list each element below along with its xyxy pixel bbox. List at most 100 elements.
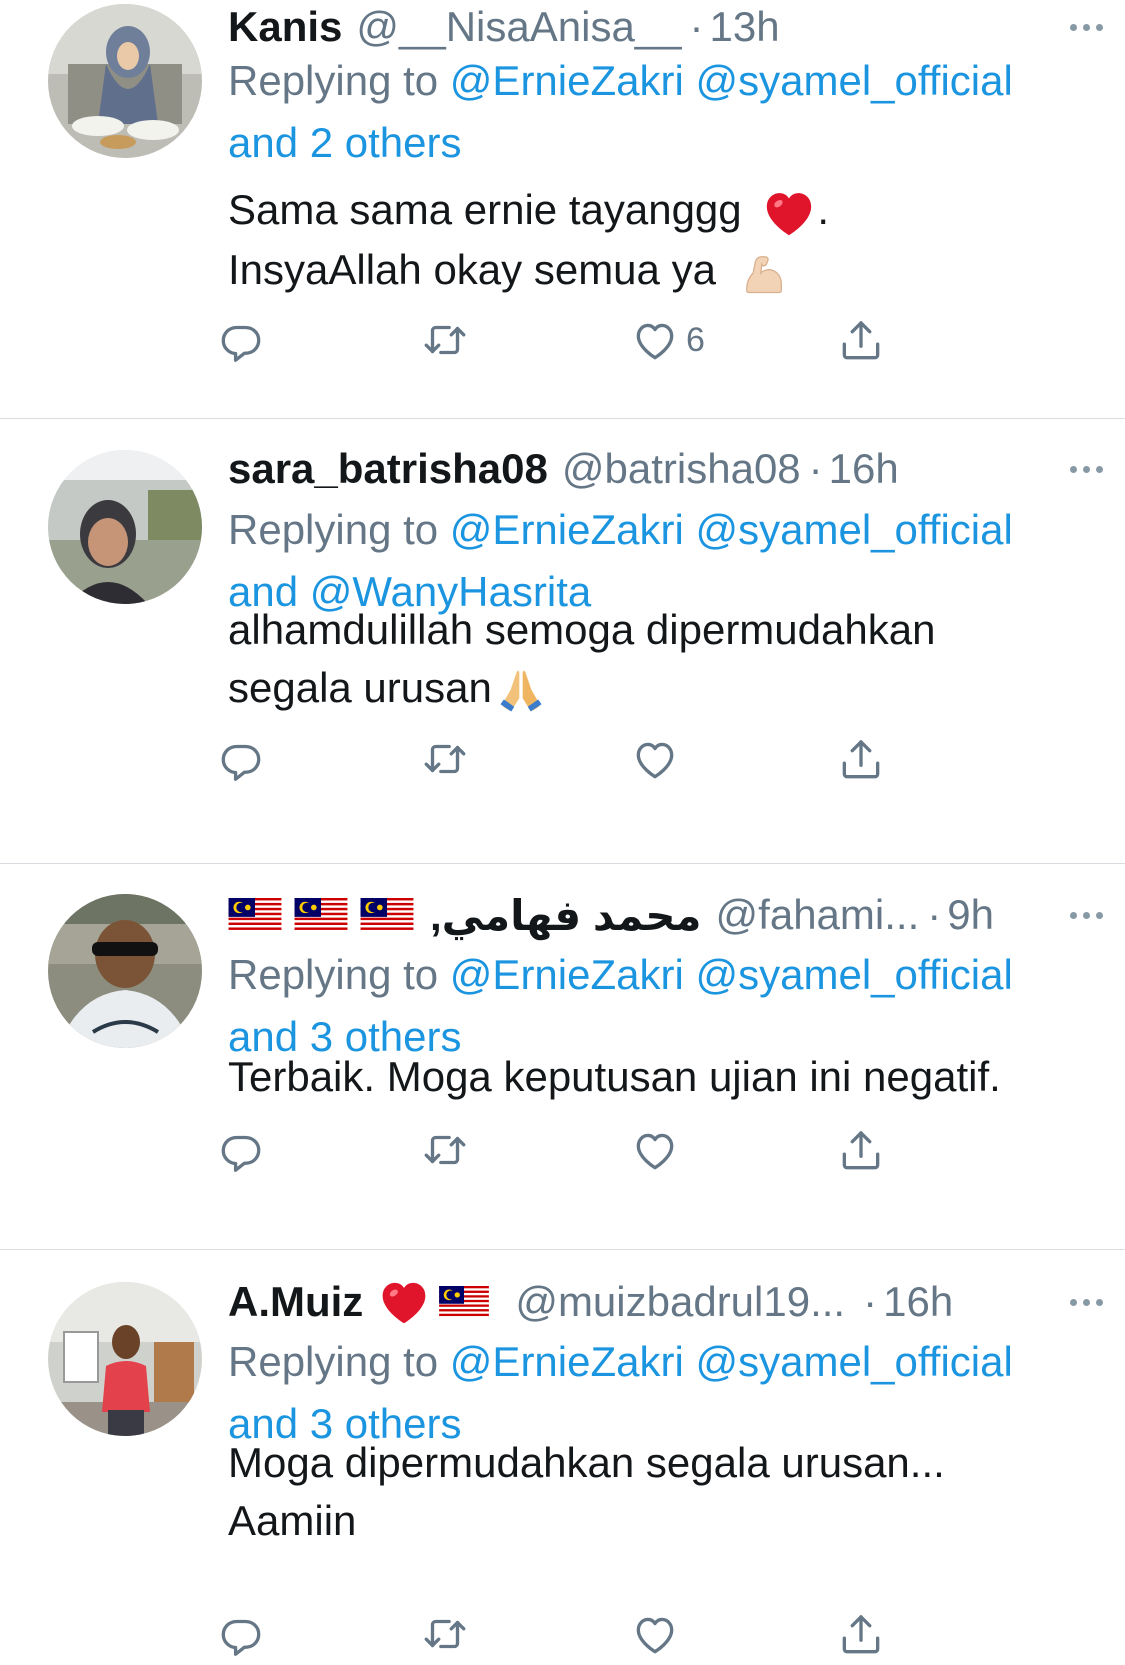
like-button[interactable] xyxy=(630,1606,686,1662)
timestamp[interactable]: 9h xyxy=(947,891,994,939)
reply-icon xyxy=(216,1125,266,1175)
reply-icon xyxy=(216,734,266,784)
user-handle[interactable]: @fahami... xyxy=(716,891,920,939)
like-button[interactable] xyxy=(630,731,686,787)
user-handle[interactable]: @batrisha08 xyxy=(562,445,801,493)
separator: · xyxy=(808,445,823,492)
retweet-icon xyxy=(420,734,470,784)
reply-button[interactable] xyxy=(216,731,266,787)
reply-button[interactable] xyxy=(216,312,266,368)
tweet-text-line: Sama sama ernie tayanggg xyxy=(228,186,742,233)
like-icon xyxy=(630,734,680,784)
replying-to-label: Replying to xyxy=(228,57,439,104)
mention-link[interactable]: @syamel_official xyxy=(695,1338,1012,1385)
share-button[interactable] xyxy=(836,1122,886,1178)
more-icon[interactable] xyxy=(1070,0,1103,54)
retweet-button[interactable] xyxy=(420,1606,470,1662)
retweet-button[interactable] xyxy=(420,1122,470,1178)
malaysia-flag-icon xyxy=(294,898,348,932)
red-heart-emoji xyxy=(761,185,817,241)
avatar[interactable] xyxy=(48,4,202,158)
separator: · xyxy=(927,891,942,938)
user-handle[interactable]: @__NisaAnisa__ xyxy=(356,3,681,51)
share-button[interactable] xyxy=(836,731,886,787)
tweet-text-line: Aamiin xyxy=(228,1497,357,1544)
share-button[interactable] xyxy=(836,1606,886,1662)
tweet-1[interactable]: Kanis @__NisaAnisa__ · 13h Replying to @… xyxy=(0,0,1125,419)
tweet-actions xyxy=(228,1122,948,1178)
mention-link[interactable]: @syamel_official xyxy=(695,57,1012,104)
retweet-icon xyxy=(420,1125,470,1175)
like-icon xyxy=(630,1609,680,1659)
others-link[interactable]: and 2 others xyxy=(228,119,462,166)
reply-icon xyxy=(216,315,266,365)
share-icon xyxy=(836,315,886,365)
mention-link[interactable]: @ErnieZakri xyxy=(450,57,684,104)
display-name[interactable]: محمد فهامي, xyxy=(430,891,702,940)
malaysia-flag-icon xyxy=(360,898,414,932)
avatar[interactable] xyxy=(48,1282,202,1436)
tweet-text-line: alhamdulillah semoga dipermudahkan xyxy=(228,606,936,653)
replying-to-label: Replying to xyxy=(228,506,439,553)
tweet-3[interactable]: محمد فهامي, @fahami... · 9h Replying to … xyxy=(0,864,1125,1250)
share-icon xyxy=(836,734,886,784)
share-icon xyxy=(836,1125,886,1175)
retweet-icon xyxy=(420,315,470,365)
tweet-actions xyxy=(228,731,948,787)
tweet-actions: 6 xyxy=(228,312,948,368)
avatar[interactable] xyxy=(48,450,202,604)
more-icon[interactable] xyxy=(1070,888,1103,942)
like-count: 6 xyxy=(686,320,705,359)
display-name[interactable]: sara_batrisha08 xyxy=(228,445,548,493)
like-button[interactable] xyxy=(630,1122,686,1178)
red-heart-emoji xyxy=(377,1275,431,1329)
reply-button[interactable] xyxy=(216,1606,266,1662)
mention-link[interactable]: @ErnieZakri xyxy=(450,506,684,553)
replying-to: Replying to @ErnieZakri @syamel_official… xyxy=(228,50,1088,174)
tweet-header: A.Muiz @muizbadrul19... · 16h xyxy=(228,1275,1095,1329)
separator: · xyxy=(863,1278,878,1325)
tweet-text-line: InsyaAllah okay semua ya xyxy=(228,245,716,293)
replying-to-label: Replying to xyxy=(228,1338,439,1385)
retweet-button[interactable] xyxy=(420,731,470,787)
tweet-text: alhamdulillah semoga dipermudahkan segal… xyxy=(228,601,1098,720)
share-button[interactable] xyxy=(836,312,886,368)
timestamp[interactable]: 16h xyxy=(883,1278,953,1326)
mention-link[interactable]: @ErnieZakri xyxy=(450,1338,684,1385)
like-icon xyxy=(630,315,680,365)
tweet-actions xyxy=(228,1606,948,1662)
timestamp[interactable]: 16h xyxy=(829,445,899,493)
timestamp[interactable]: 13h xyxy=(710,3,780,51)
like-button[interactable]: 6 xyxy=(630,312,705,368)
retweet-button[interactable] xyxy=(420,312,470,368)
share-icon xyxy=(836,1609,886,1659)
tweet-text-line: Moga dipermudahkan segala urusan... xyxy=(228,1439,945,1486)
more-icon[interactable] xyxy=(1070,442,1103,496)
like-icon xyxy=(630,1125,680,1175)
separator: · xyxy=(689,3,704,50)
mention-link[interactable]: @syamel_official xyxy=(695,951,1012,998)
malaysia-flag-icon xyxy=(439,1286,489,1318)
reply-button[interactable] xyxy=(216,1122,266,1178)
mention-link[interactable]: @syamel_official xyxy=(695,506,1012,553)
tweet-header: Kanis @__NisaAnisa__ · 13h xyxy=(228,0,1095,54)
display-name[interactable]: Kanis xyxy=(228,3,342,51)
tweet-4[interactable]: A.Muiz @muizbadrul19... · 16h Replying t… xyxy=(0,1250,1125,1665)
user-handle[interactable]: @muizbadrul19... xyxy=(515,1278,845,1326)
reply-icon xyxy=(216,1609,266,1659)
tweet-header: محمد فهامي, @fahami... · 9h xyxy=(228,888,1095,942)
display-name[interactable]: A.Muiz xyxy=(228,1278,363,1326)
avatar[interactable] xyxy=(48,894,202,1048)
flexed-biceps-emoji xyxy=(738,247,790,299)
malaysia-flag-icon xyxy=(228,898,282,932)
mention-link[interactable]: @ErnieZakri xyxy=(450,951,684,998)
more-icon[interactable] xyxy=(1070,1275,1103,1329)
tweet-text: Moga dipermudahkan segala urusan... Aami… xyxy=(228,1434,1098,1550)
tweet-header: sara_batrisha08 @batrisha08 · 16h xyxy=(228,442,1095,496)
tweet-text-line: segala urusan xyxy=(228,664,492,711)
tweet-text-line: Terbaik. Moga keputusan ujian ini negati… xyxy=(228,1053,1001,1100)
tweet-2[interactable]: sara_batrisha08 @batrisha08 · 16h Replyi… xyxy=(0,419,1125,864)
tweet-text: Sama sama ernie tayanggg . InsyaAllah ok… xyxy=(228,181,1098,299)
replying-to-label: Replying to xyxy=(228,951,439,998)
folded-hands-emoji xyxy=(492,662,550,720)
